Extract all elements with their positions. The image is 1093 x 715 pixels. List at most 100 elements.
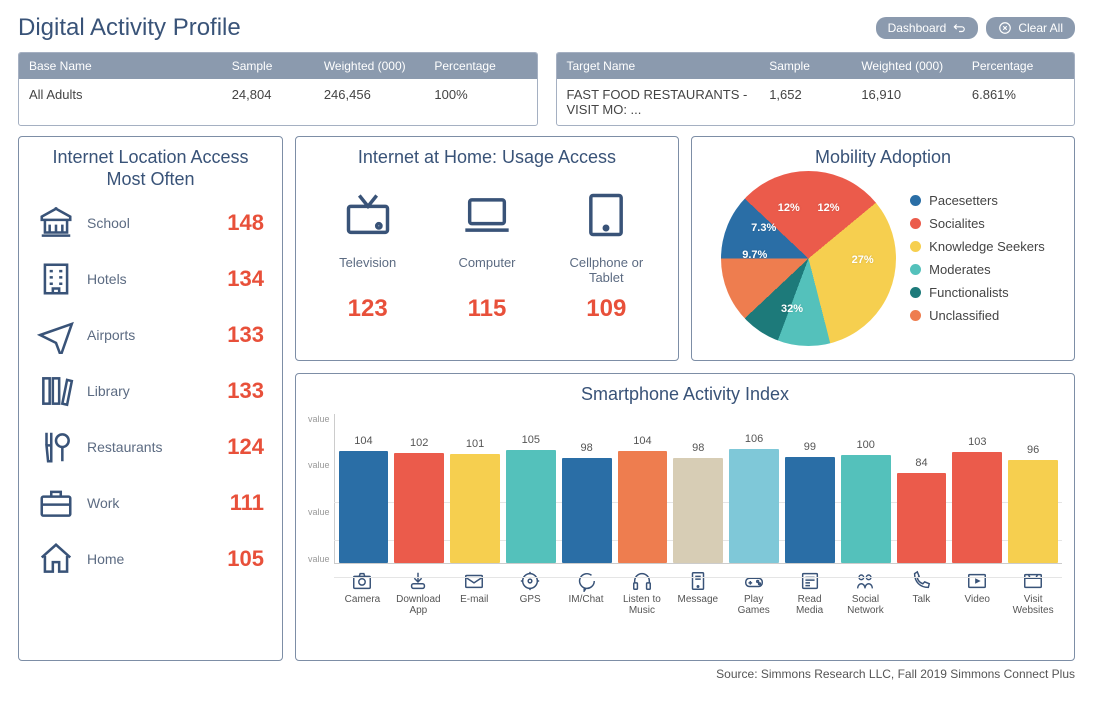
base-header-weighted: Weighted (000) xyxy=(324,59,435,73)
summary-tables: Base Name Sample Weighted (000) Percenta… xyxy=(18,52,1075,126)
location-item: Restaurants 124 xyxy=(37,428,264,466)
target-value-weighted: 16,910 xyxy=(861,87,972,117)
bar-column: 99 xyxy=(785,457,835,563)
base-header-sample: Sample xyxy=(232,59,324,73)
header: Digital Activity Profile Dashboard Clear… xyxy=(18,14,1075,42)
page-title: Digital Activity Profile xyxy=(18,14,241,42)
dashboard-button-label: Dashboard xyxy=(888,21,947,35)
location-label: Library xyxy=(87,383,215,399)
location-label: Hotels xyxy=(87,271,215,287)
mobility-pie-chart: 12%27%32%9.7%7.3%12% xyxy=(721,171,896,346)
bar: 103 xyxy=(952,452,1002,562)
home-usage-title: Internet at Home: Usage Access xyxy=(308,147,666,169)
location-value: 124 xyxy=(227,434,264,460)
chat-icon xyxy=(572,570,600,592)
bar-value: 98 xyxy=(692,442,704,454)
home-usage-label: Cellphone or Tablet xyxy=(551,255,661,289)
home-usage-panel: Internet at Home: Usage Access Televisio… xyxy=(295,136,679,361)
bar-column: 101 xyxy=(450,454,500,562)
bar-column: 96 xyxy=(1008,460,1058,563)
home-usage-item: Television 123 xyxy=(313,189,423,323)
pie-slice-label: 9.7% xyxy=(742,249,767,261)
legend-swatch xyxy=(910,218,921,229)
bar-column: 104 xyxy=(618,451,668,562)
base-value-weighted: 246,456 xyxy=(324,87,435,102)
location-item: Airports 133 xyxy=(37,316,264,354)
clear-all-button[interactable]: Clear All xyxy=(986,17,1075,39)
legend-swatch xyxy=(910,264,921,275)
mobility-panel: Mobility Adoption 12%27%32%9.7%7.3%12% P… xyxy=(691,136,1075,361)
bar-column: 105 xyxy=(506,450,556,563)
clear-all-button-label: Clear All xyxy=(1018,21,1063,35)
bar-column: 102 xyxy=(394,453,444,562)
building-icon xyxy=(37,260,75,298)
pie-slice-label: 32% xyxy=(781,303,803,315)
bar: 99 xyxy=(785,457,835,563)
legend-label: Knowledge Seekers xyxy=(929,239,1045,254)
location-panel: Internet Location Access Most Often Scho… xyxy=(18,136,283,661)
y-axis-tick: value xyxy=(308,554,330,564)
pie-slice-label: 12% xyxy=(818,202,840,214)
target-header-name: Target Name xyxy=(567,59,770,73)
bar-value: 103 xyxy=(968,436,986,448)
bar-value: 96 xyxy=(1027,444,1039,456)
bar-column: 98 xyxy=(673,458,723,563)
bar: 96 xyxy=(1008,460,1058,563)
gamepad-icon xyxy=(740,570,768,592)
target-header-weighted: Weighted (000) xyxy=(861,59,972,73)
bar-column: 84 xyxy=(897,473,947,563)
dashboard-button[interactable]: Dashboard xyxy=(876,17,979,39)
return-icon xyxy=(952,21,966,35)
base-header-name: Base Name xyxy=(29,59,232,73)
source-footer: Source: Simmons Research LLC, Fall 2019 … xyxy=(18,667,1075,681)
legend-item: Unclassified xyxy=(910,308,1045,323)
bar: 100 xyxy=(841,455,891,562)
school-icon xyxy=(37,204,75,242)
bar-value: 101 xyxy=(466,438,484,450)
y-axis-tick: value xyxy=(308,460,330,470)
bar-label: Message xyxy=(673,594,723,605)
browser-icon xyxy=(1019,570,1047,592)
video-icon xyxy=(963,570,991,592)
location-label: Home xyxy=(87,551,215,567)
bar: 104 xyxy=(339,451,389,562)
location-item: School 148 xyxy=(37,204,264,242)
laptop-icon xyxy=(461,189,513,241)
bar-value: 104 xyxy=(354,435,372,447)
bar-value: 105 xyxy=(522,434,540,446)
location-panel-title: Internet Location Access Most Often xyxy=(31,147,270,190)
television-icon xyxy=(342,189,394,241)
bar: 105 xyxy=(506,450,556,563)
bar-label: Visit Websites xyxy=(1008,594,1058,616)
bar-chart-y-axis: valuevaluevaluevalue xyxy=(308,414,334,564)
bar-label: GPS xyxy=(505,594,555,605)
tablet-icon xyxy=(580,189,632,241)
bar-column: 106 xyxy=(729,449,779,563)
base-value-name: All Adults xyxy=(29,87,232,102)
home-usage-label: Computer xyxy=(432,255,542,289)
airplane-icon xyxy=(37,316,75,354)
bar-value: 104 xyxy=(633,435,651,447)
target-header-percentage: Percentage xyxy=(972,59,1064,73)
home-usage-value: 115 xyxy=(432,295,542,323)
grid-line xyxy=(334,577,1062,578)
bar-value: 106 xyxy=(745,433,763,445)
legend-label: Functionalists xyxy=(929,285,1008,300)
pie-slice-label: 12% xyxy=(778,202,800,214)
bar: 98 xyxy=(562,458,612,563)
bar-column: 104 xyxy=(339,451,389,562)
bar-label: Download App xyxy=(393,594,443,616)
base-value-sample: 24,804 xyxy=(232,87,324,102)
bar-label: Play Games xyxy=(729,594,779,616)
utensils-icon xyxy=(37,428,75,466)
pie-slice-label: 7.3% xyxy=(751,222,776,234)
target-value-sample: 1,652 xyxy=(769,87,861,117)
bar: 98 xyxy=(673,458,723,563)
bar: 102 xyxy=(394,453,444,562)
location-item: Library 133 xyxy=(37,372,264,410)
message-icon xyxy=(684,570,712,592)
bar-column: 100 xyxy=(841,455,891,562)
location-value: 105 xyxy=(227,546,264,572)
home-usage-value: 123 xyxy=(313,295,423,323)
bar-label: Read Media xyxy=(785,594,835,616)
